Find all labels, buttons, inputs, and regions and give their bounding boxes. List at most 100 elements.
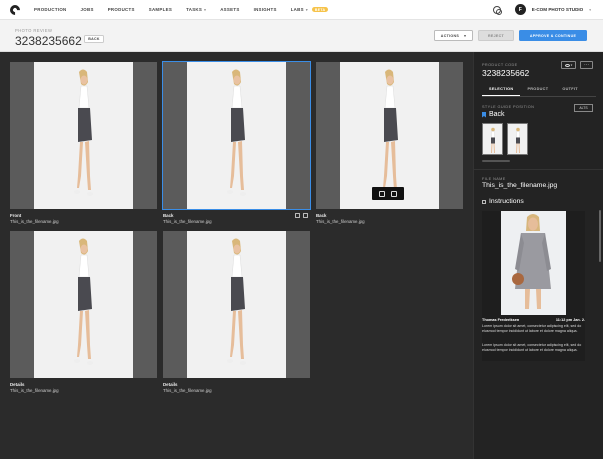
photo-frame — [10, 231, 157, 378]
model-image — [227, 238, 246, 365]
nav-label: ASSETS — [220, 7, 240, 12]
nav-tasks[interactable]: TASKS ▾ — [186, 7, 206, 12]
photo-image — [34, 62, 133, 209]
panel-tabs: SELECTION PRODUCT OUTFIT — [482, 85, 596, 97]
model-image — [74, 69, 93, 196]
comment-icon[interactable] — [303, 213, 308, 218]
nav-label: LABS — [290, 7, 304, 12]
photo-card[interactable]: Details This_is_the_filename.jpg — [10, 231, 157, 393]
model-thumb-image — [516, 127, 520, 153]
nav-label: PRODUCTS — [107, 7, 135, 12]
tab-selection[interactable]: SELECTION — [482, 85, 521, 96]
style-guide-value: Back — [482, 111, 505, 118]
photo-card[interactable]: Front This_is_the_filename.jpg — [10, 62, 157, 224]
instruction-text: Lorem ipsum dolor sit amet, consectetur … — [482, 324, 582, 333]
tab-outfit[interactable]: OUTFIT — [555, 85, 585, 96]
photo-position-label: Details — [163, 382, 178, 387]
model-image — [227, 69, 246, 196]
photo-card[interactable]: Details This_is_the_filename.jpg — [163, 231, 310, 393]
nav-labs[interactable]: LABS ▾ BETA — [291, 7, 329, 12]
model-thumb-image — [491, 127, 495, 153]
file-name-label: FILE NAME — [482, 177, 506, 181]
notifications-icon[interactable] — [492, 5, 502, 15]
photo-frame — [10, 62, 157, 209]
style-guide-thumbnail[interactable] — [507, 123, 528, 155]
divider — [474, 169, 603, 170]
card-icons — [295, 213, 308, 218]
instructions-header: Instructions — [482, 198, 524, 205]
style-guide-position: Back — [489, 111, 505, 118]
actions-label: ACTIONS — [440, 33, 460, 38]
bookmark-icon[interactable] — [295, 213, 300, 218]
actions-button[interactable]: ACTIONS ▾ — [434, 30, 473, 41]
instruction-card: Thomas Frederiksen 11:12 pm Jan. 2. Lore… — [482, 211, 585, 361]
photo-image — [187, 231, 286, 378]
chevron-down-icon[interactable]: ▾ — [589, 8, 591, 12]
chevron-down-icon: ▾ — [204, 7, 207, 12]
page-header: PHOTO REVIEW 3238235662 BACK ACTIONS ▾ RE… — [0, 20, 603, 52]
style-guide-thumbnail[interactable] — [482, 123, 503, 155]
instruction-reference-image[interactable] — [501, 211, 566, 315]
photo-frame — [162, 61, 311, 210]
thumbnail-scrollbar[interactable] — [482, 160, 510, 162]
photo-card[interactable]: Back This_is_the_filename.jpg — [316, 62, 463, 224]
avatar[interactable]: F — [514, 4, 526, 15]
nav-production[interactable]: PRODUCTION — [34, 7, 67, 12]
photo-frame — [163, 231, 310, 378]
photo-image — [187, 62, 286, 209]
photo-hover-toolbar — [372, 187, 404, 200]
more-options-button[interactable]: ··· — [580, 61, 593, 69]
photo-filename: This_is_the_filename.jpg — [10, 388, 59, 393]
chevron-down-icon: ▾ — [570, 63, 573, 67]
photo-frame — [316, 62, 463, 209]
alts-button[interactable]: ALTS — [574, 104, 593, 112]
photo-card-selected[interactable]: Back This_is_the_filename.jpg — [162, 61, 311, 224]
approve-continue-button[interactable]: APPROVE & CONTINUE — [519, 30, 587, 41]
detail-panel: PRODUCT CODE 3238235662 ▾ ··· SELECTION … — [473, 52, 603, 459]
crop-icon[interactable] — [379, 190, 385, 197]
eye-icon — [564, 63, 570, 67]
photo-filename: This_is_the_filename.jpg — [10, 219, 59, 224]
instruction-timestamp: 11:12 pm Jan. 2. — [555, 318, 585, 322]
nav-insights[interactable]: INSIGHTS — [254, 7, 277, 12]
photo-position-label: Back — [316, 213, 327, 218]
style-guide-label: STYLE GUIDE POSITION — [482, 105, 535, 109]
studio-name[interactable]: E-COM PHOTO STUDIO — [532, 7, 583, 12]
breadcrumb: PHOTO REVIEW — [15, 28, 53, 33]
photo-gallery: Front This_is_the_filename.jpg Back This… — [0, 52, 473, 459]
photo-position-label: Front — [10, 213, 22, 218]
nav-label: TASKS — [186, 7, 203, 12]
instructions-title: Instructions — [489, 198, 524, 205]
reject-button[interactable]: REJECT — [478, 30, 514, 41]
nav-label: JOBS — [80, 7, 94, 12]
file-name-value: This_is_the_filename.jpg — [482, 182, 558, 189]
nav-label: PRODUCTION — [34, 7, 67, 12]
photo-image — [34, 231, 133, 378]
product-code-label: PRODUCT CODE — [482, 63, 518, 67]
photo-position-label: Details — [10, 382, 25, 387]
product-code-value: 3238235662 — [482, 68, 530, 78]
nav-products[interactable]: PRODUCTS — [108, 7, 135, 12]
photo-filename: This_is_the_filename.jpg — [163, 219, 212, 224]
photo-filename: This_is_the_filename.jpg — [163, 388, 212, 393]
back-button[interactable]: BACK — [84, 35, 104, 43]
nav-jobs[interactable]: JOBS — [81, 7, 94, 12]
app-logo-icon[interactable] — [7, 2, 23, 17]
chevron-down-icon: ▾ — [305, 7, 308, 12]
reference-image — [501, 211, 566, 315]
nav-samples[interactable]: SAMPLES — [149, 7, 172, 12]
photo-filename: This_is_the_filename.jpg — [316, 219, 365, 224]
thumbs-up-icon[interactable] — [391, 190, 397, 197]
bookmark-icon — [482, 111, 486, 118]
panel-scrollbar[interactable] — [599, 210, 601, 262]
beta-badge: BETA — [311, 7, 329, 12]
nav-label: SAMPLES — [148, 7, 173, 12]
tab-product[interactable]: PRODUCT — [520, 85, 555, 96]
photo-position-label: Back — [163, 213, 174, 218]
top-navigation: PRODUCTION JOBS PRODUCTS SAMPLES TASKS ▾ … — [0, 0, 603, 20]
instruction-text: Lorem ipsum dolor sit amet, consectetur … — [482, 343, 582, 352]
visibility-button[interactable]: ▾ — [561, 61, 576, 69]
nav-label: INSIGHTS — [253, 7, 277, 12]
instruction-author: Thomas Frederiksen — [482, 318, 520, 322]
nav-assets[interactable]: ASSETS — [220, 7, 239, 12]
